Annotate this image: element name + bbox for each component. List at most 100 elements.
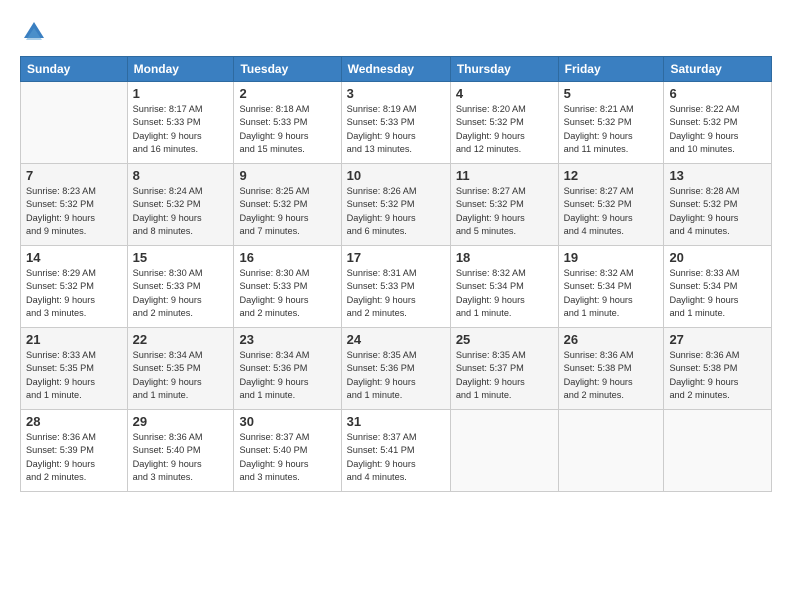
day-info: Sunrise: 8:34 AM Sunset: 5:35 PM Dayligh… bbox=[133, 349, 229, 402]
logo bbox=[20, 18, 52, 46]
calendar-cell: 16 Sunrise: 8:30 AM Sunset: 5:33 PM Dayli… bbox=[234, 246, 341, 328]
calendar-week-row: 14 Sunrise: 8:29 AM Sunset: 5:32 PM Dayli… bbox=[21, 246, 772, 328]
day-info: Sunrise: 8:31 AM Sunset: 5:33 PM Dayligh… bbox=[347, 267, 445, 320]
day-number: 2 bbox=[239, 86, 335, 101]
day-number: 21 bbox=[26, 332, 122, 347]
page: SundayMondayTuesdayWednesdayThursdayFrid… bbox=[0, 0, 792, 612]
calendar-cell: 1 Sunrise: 8:17 AM Sunset: 5:33 PM Daylig… bbox=[127, 82, 234, 164]
day-info: Sunrise: 8:36 AM Sunset: 5:38 PM Dayligh… bbox=[564, 349, 659, 402]
calendar-cell: 26 Sunrise: 8:36 AM Sunset: 5:38 PM Dayli… bbox=[558, 328, 664, 410]
calendar-cell: 4Sunrise: 8:20 AM Sunset: 5:32 PM Daylig… bbox=[450, 82, 558, 164]
day-number: 28 bbox=[26, 414, 122, 429]
day-info: Sunrise: 8:36 AM Sunset: 5:38 PM Dayligh… bbox=[669, 349, 766, 402]
calendar-cell: 3Sunrise: 8:19 AM Sunset: 5:33 PM Daylig… bbox=[341, 82, 450, 164]
calendar-cell: 15 Sunrise: 8:30 AM Sunset: 5:33 PM Dayli… bbox=[127, 246, 234, 328]
day-number: 1 bbox=[133, 86, 229, 101]
calendar-cell bbox=[558, 410, 664, 492]
day-info: Sunrise: 8:33 AM Sunset: 5:35 PM Dayligh… bbox=[26, 349, 122, 402]
day-info: Sunrise: 8:32 AM Sunset: 5:34 PM Dayligh… bbox=[456, 267, 553, 320]
day-number: 14 bbox=[26, 250, 122, 265]
day-number: 23 bbox=[239, 332, 335, 347]
calendar-cell: 18 Sunrise: 8:32 AM Sunset: 5:34 PM Dayli… bbox=[450, 246, 558, 328]
calendar-cell: 19 Sunrise: 8:32 AM Sunset: 5:34 PM Dayli… bbox=[558, 246, 664, 328]
calendar-cell: 23 Sunrise: 8:34 AM Sunset: 5:36 PM Dayli… bbox=[234, 328, 341, 410]
day-info: Sunrise: 8:29 AM Sunset: 5:32 PM Dayligh… bbox=[26, 267, 122, 320]
day-info: Sunrise: 8:33 AM Sunset: 5:34 PM Dayligh… bbox=[669, 267, 766, 320]
day-info: Sunrise: 8:18 AM Sunset: 5:33 PM Dayligh… bbox=[239, 103, 335, 156]
calendar-cell: 31 Sunrise: 8:37 AM Sunset: 5:41 PM Dayli… bbox=[341, 410, 450, 492]
day-info: Sunrise: 8:35 AM Sunset: 5:36 PM Dayligh… bbox=[347, 349, 445, 402]
weekday-header: Saturday bbox=[664, 57, 772, 82]
day-info: Sunrise: 8:30 AM Sunset: 5:33 PM Dayligh… bbox=[133, 267, 229, 320]
day-number: 15 bbox=[133, 250, 229, 265]
calendar-cell bbox=[450, 410, 558, 492]
day-number: 18 bbox=[456, 250, 553, 265]
calendar-cell: 29 Sunrise: 8:36 AM Sunset: 5:40 PM Dayli… bbox=[127, 410, 234, 492]
day-number: 4 bbox=[456, 86, 553, 101]
day-number: 19 bbox=[564, 250, 659, 265]
day-number: 13 bbox=[669, 168, 766, 183]
weekday-header: Tuesday bbox=[234, 57, 341, 82]
day-number: 20 bbox=[669, 250, 766, 265]
day-info: Sunrise: 8:32 AM Sunset: 5:34 PM Dayligh… bbox=[564, 267, 659, 320]
calendar-cell: 7 Sunrise: 8:23 AM Sunset: 5:32 PM Daylig… bbox=[21, 164, 128, 246]
day-info: Sunrise: 8:36 AM Sunset: 5:40 PM Dayligh… bbox=[133, 431, 229, 484]
day-info: Sunrise: 8:19 AM Sunset: 5:33 PM Dayligh… bbox=[347, 103, 445, 156]
day-info: Sunrise: 8:27 AM Sunset: 5:32 PM Dayligh… bbox=[564, 185, 659, 238]
calendar-cell: 9 Sunrise: 8:25 AM Sunset: 5:32 PM Daylig… bbox=[234, 164, 341, 246]
calendar-cell: 13Sunrise: 8:28 AM Sunset: 5:32 PM Dayli… bbox=[664, 164, 772, 246]
day-info: Sunrise: 8:35 AM Sunset: 5:37 PM Dayligh… bbox=[456, 349, 553, 402]
day-number: 12 bbox=[564, 168, 659, 183]
calendar-cell bbox=[21, 82, 128, 164]
day-info: Sunrise: 8:37 AM Sunset: 5:41 PM Dayligh… bbox=[347, 431, 445, 484]
day-info: Sunrise: 8:37 AM Sunset: 5:40 PM Dayligh… bbox=[239, 431, 335, 484]
calendar-cell: 8 Sunrise: 8:24 AM Sunset: 5:32 PM Daylig… bbox=[127, 164, 234, 246]
day-info: Sunrise: 8:17 AM Sunset: 5:33 PM Dayligh… bbox=[133, 103, 229, 156]
calendar-week-row: 21 Sunrise: 8:33 AM Sunset: 5:35 PM Dayli… bbox=[21, 328, 772, 410]
day-number: 9 bbox=[239, 168, 335, 183]
calendar-cell: 11Sunrise: 8:27 AM Sunset: 5:32 PM Dayli… bbox=[450, 164, 558, 246]
calendar-cell: 25 Sunrise: 8:35 AM Sunset: 5:37 PM Dayli… bbox=[450, 328, 558, 410]
day-number: 31 bbox=[347, 414, 445, 429]
day-info: Sunrise: 8:25 AM Sunset: 5:32 PM Dayligh… bbox=[239, 185, 335, 238]
day-info: Sunrise: 8:23 AM Sunset: 5:32 PM Dayligh… bbox=[26, 185, 122, 238]
day-number: 22 bbox=[133, 332, 229, 347]
calendar-cell: 22 Sunrise: 8:34 AM Sunset: 5:35 PM Dayli… bbox=[127, 328, 234, 410]
day-info: Sunrise: 8:30 AM Sunset: 5:33 PM Dayligh… bbox=[239, 267, 335, 320]
day-info: Sunrise: 8:34 AM Sunset: 5:36 PM Dayligh… bbox=[239, 349, 335, 402]
day-number: 29 bbox=[133, 414, 229, 429]
calendar-cell: 24 Sunrise: 8:35 AM Sunset: 5:36 PM Dayli… bbox=[341, 328, 450, 410]
day-number: 8 bbox=[133, 168, 229, 183]
calendar-cell: 12 Sunrise: 8:27 AM Sunset: 5:32 PM Dayli… bbox=[558, 164, 664, 246]
day-number: 25 bbox=[456, 332, 553, 347]
calendar-cell: 20 Sunrise: 8:33 AM Sunset: 5:34 PM Dayli… bbox=[664, 246, 772, 328]
calendar-cell: 6Sunrise: 8:22 AM Sunset: 5:32 PM Daylig… bbox=[664, 82, 772, 164]
calendar-week-row: 7 Sunrise: 8:23 AM Sunset: 5:32 PM Daylig… bbox=[21, 164, 772, 246]
calendar-cell: 28 Sunrise: 8:36 AM Sunset: 5:39 PM Dayli… bbox=[21, 410, 128, 492]
day-info: Sunrise: 8:36 AM Sunset: 5:39 PM Dayligh… bbox=[26, 431, 122, 484]
calendar-cell: 10 Sunrise: 8:26 AM Sunset: 5:32 PM Dayli… bbox=[341, 164, 450, 246]
calendar-cell: 30 Sunrise: 8:37 AM Sunset: 5:40 PM Dayli… bbox=[234, 410, 341, 492]
calendar-cell: 2 Sunrise: 8:18 AM Sunset: 5:33 PM Daylig… bbox=[234, 82, 341, 164]
calendar-cell: 14 Sunrise: 8:29 AM Sunset: 5:32 PM Dayli… bbox=[21, 246, 128, 328]
calendar-cell: 17Sunrise: 8:31 AM Sunset: 5:33 PM Dayli… bbox=[341, 246, 450, 328]
day-number: 26 bbox=[564, 332, 659, 347]
day-number: 30 bbox=[239, 414, 335, 429]
weekday-header: Monday bbox=[127, 57, 234, 82]
logo-icon bbox=[20, 18, 48, 46]
weekday-header: Thursday bbox=[450, 57, 558, 82]
day-number: 24 bbox=[347, 332, 445, 347]
day-number: 16 bbox=[239, 250, 335, 265]
day-info: Sunrise: 8:26 AM Sunset: 5:32 PM Dayligh… bbox=[347, 185, 445, 238]
calendar-cell: 21 Sunrise: 8:33 AM Sunset: 5:35 PM Dayli… bbox=[21, 328, 128, 410]
calendar-cell: 27 Sunrise: 8:36 AM Sunset: 5:38 PM Dayli… bbox=[664, 328, 772, 410]
day-info: Sunrise: 8:21 AM Sunset: 5:32 PM Dayligh… bbox=[564, 103, 659, 156]
day-number: 7 bbox=[26, 168, 122, 183]
calendar-cell: 5Sunrise: 8:21 AM Sunset: 5:32 PM Daylig… bbox=[558, 82, 664, 164]
day-number: 27 bbox=[669, 332, 766, 347]
day-number: 10 bbox=[347, 168, 445, 183]
weekday-header: Wednesday bbox=[341, 57, 450, 82]
weekday-header: Sunday bbox=[21, 57, 128, 82]
day-info: Sunrise: 8:24 AM Sunset: 5:32 PM Dayligh… bbox=[133, 185, 229, 238]
day-number: 6 bbox=[669, 86, 766, 101]
